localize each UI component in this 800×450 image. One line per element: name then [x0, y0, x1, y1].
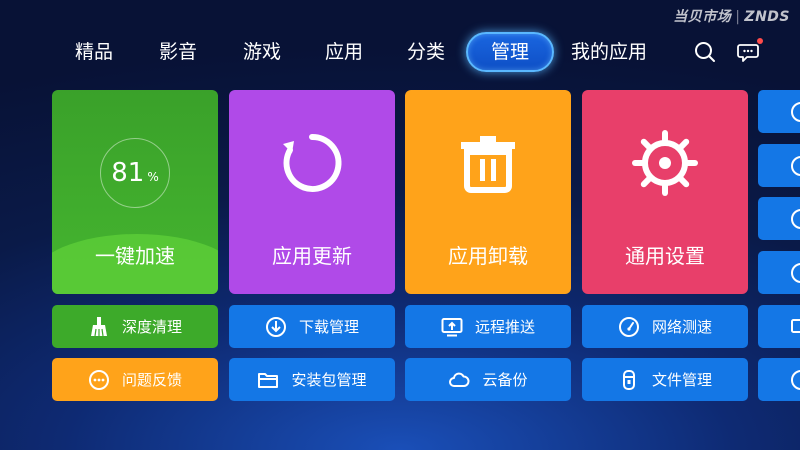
feedback-label: 问题反馈: [121, 371, 182, 389]
top-nav: 精品 影音 游戏 应用 分类 管理 我的应用: [0, 32, 800, 72]
watermark: 当贝市场 | ZNDS: [673, 9, 790, 25]
tile-settings[interactable]: 通用设置: [582, 90, 748, 294]
edge-tile-2[interactable]: [758, 144, 800, 187]
edge-tile-6[interactable]: [758, 358, 800, 401]
download-manage-button[interactable]: 下载管理: [229, 305, 395, 348]
file-manage-button[interactable]: 文件管理: [582, 358, 748, 401]
tile-settings-label: 通用设置: [625, 244, 705, 268]
tile-speedup[interactable]: 81% 一键加速: [52, 90, 218, 294]
circle-icon: [791, 263, 800, 283]
monitor-icon: [791, 319, 800, 333]
gear-icon: [630, 128, 700, 202]
edge-tile-4[interactable]: [758, 251, 800, 294]
tile-uninstall[interactable]: 应用卸载: [405, 90, 571, 294]
memory-gauge: 81%: [100, 138, 170, 208]
nav-tab-apps[interactable]: 应用: [316, 32, 372, 72]
watermark-brand: 当贝市场: [673, 9, 732, 25]
circle-icon: [791, 102, 800, 122]
cloud-backup-button[interactable]: 云备份: [405, 358, 571, 401]
tile-update[interactable]: 应用更新: [229, 90, 395, 294]
usb-drive-icon: [622, 369, 635, 390]
circle-icon: [791, 156, 800, 176]
tile-uninstall-label: 应用卸载: [448, 244, 528, 268]
cloud-backup-label: 云备份: [482, 371, 528, 389]
nav-tab-featured[interactable]: 精品: [66, 32, 122, 72]
deep-clean-label: 深度清理: [121, 318, 182, 336]
search-icon[interactable]: [692, 39, 718, 65]
circle-icon: [791, 209, 800, 229]
watermark-partner: ZNDS: [744, 9, 790, 25]
monitor-upload-icon: [441, 317, 463, 336]
cloud-icon: [449, 372, 470, 387]
package-manage-label: 安装包管理: [291, 371, 367, 389]
more-dots-icon: [88, 369, 109, 390]
network-speed-button[interactable]: 网络测速: [582, 305, 748, 348]
remote-push-label: 远程推送: [474, 318, 535, 336]
download-manage-label: 下载管理: [298, 318, 359, 336]
edge-tile-3[interactable]: [758, 197, 800, 240]
circle-icon: [791, 370, 800, 390]
nav-tab-categories[interactable]: 分类: [398, 32, 454, 72]
refresh-icon: [277, 128, 347, 202]
tile-update-label: 应用更新: [272, 244, 352, 268]
download-icon: [265, 316, 286, 337]
gauge-value: 81: [111, 158, 145, 188]
nav-tab-media[interactable]: 影音: [150, 32, 206, 72]
gauge-unit: %: [147, 170, 159, 184]
tile-speedup-label: 一键加速: [95, 244, 175, 268]
file-manage-label: 文件管理: [651, 371, 712, 389]
edge-tile-5[interactable]: [758, 305, 800, 348]
nav-tab-manage[interactable]: 管理: [466, 32, 554, 72]
nav-tab-my-apps[interactable]: 我的应用: [562, 32, 656, 72]
edge-tile-1[interactable]: [758, 90, 800, 133]
package-manage-button[interactable]: 安装包管理: [229, 358, 395, 401]
deep-clean-button[interactable]: 深度清理: [52, 305, 218, 348]
speedometer-icon: [618, 316, 639, 337]
message-icon[interactable]: [736, 38, 763, 65]
remote-push-button[interactable]: 远程推送: [405, 305, 571, 348]
notification-dot: [757, 38, 763, 44]
network-speed-label: 网络测速: [651, 318, 712, 336]
feedback-button[interactable]: 问题反馈: [52, 358, 218, 401]
broom-icon: [90, 316, 107, 336]
nav-tab-games[interactable]: 游戏: [234, 32, 290, 72]
trash-icon: [453, 128, 523, 202]
folder-icon: [258, 372, 279, 388]
